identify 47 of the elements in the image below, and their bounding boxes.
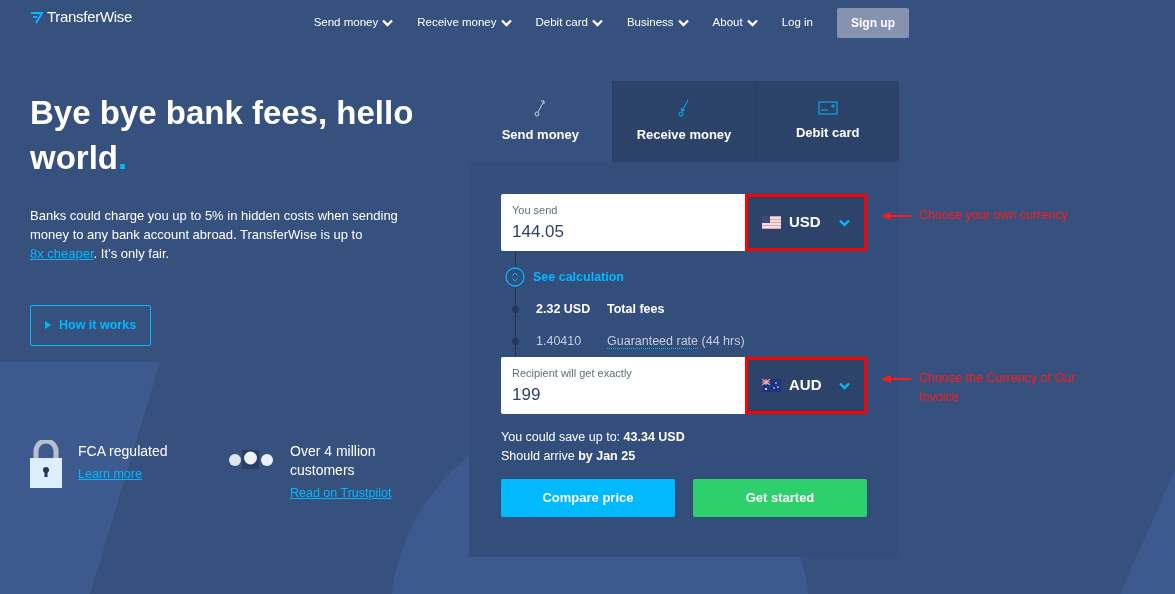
chevron-down-icon (839, 218, 850, 227)
amount-input[interactable]: 199 (512, 381, 734, 407)
us-flag-icon (762, 216, 781, 229)
arrow-icon (881, 212, 911, 220)
nav-link[interactable]: Business (626, 13, 689, 32)
currency-select[interactable]: AUD (745, 357, 867, 414)
savings-text: You could save up to: 43.34 USD (501, 429, 686, 446)
amount-input[interactable]: 144.05 (512, 218, 734, 244)
currency-select[interactable]: USD (745, 194, 867, 251)
play-icon (45, 321, 51, 330)
nav-link[interactable]: Receive money (417, 13, 512, 32)
receive-arrow-icon (678, 98, 690, 117)
feature-link[interactable]: Learn more (78, 466, 142, 481)
field-label: You send (512, 203, 559, 218)
how-it-works-button[interactable]: How it works (30, 305, 152, 346)
nav-link[interactable]: Debit card (535, 13, 603, 32)
nav-link[interactable]: Send money (313, 13, 394, 32)
nav-link[interactable]: Log in (781, 13, 813, 32)
nav-link[interactable]: About (712, 13, 758, 32)
logo[interactable]: TransferWise (47, 6, 133, 29)
annotation-text: Choose the Currency of Our Invoice (919, 370, 1077, 406)
hero-description: Banks could charge you up to 5% in hidden costs when sending money to any bank account abroad. TransferWise is up to 8x cheaper. It’s only fair. (30, 207, 399, 263)
field-label: Recipient will get exactly (512, 366, 633, 381)
australia-flag-icon (762, 379, 781, 392)
padlock-icon (30, 439, 62, 488)
calc-amount: 1.40410 (536, 332, 583, 350)
arrival-text: Should arrive by Jan 25 (501, 448, 637, 465)
logo-icon (30, 11, 43, 24)
annotation-text: Choose your own currency (919, 207, 1068, 224)
amount-field[interactable]: You send 144.05 (501, 194, 745, 251)
feature-link[interactable]: Read on Trustpilot (290, 485, 392, 500)
feature-title: Over 4 million customers (290, 441, 377, 480)
amount-field[interactable]: Recipient will get exactly 199 (501, 357, 745, 414)
card-tab[interactable]: Receive money (611, 81, 756, 162)
hero-title: Bye bye bank fees, hello world. (30, 93, 415, 178)
rate-text: Guaranteed rate (44 hrs) (607, 332, 745, 351)
see-calculation-toggle[interactable]: See calculation (505, 267, 624, 287)
chevron-down-icon (839, 381, 850, 390)
feature-title: FCA regulated (78, 441, 169, 461)
send-arrow-icon (534, 98, 547, 117)
arrow-icon (881, 375, 911, 383)
card-icon (817, 100, 838, 115)
expand-icon (505, 267, 525, 287)
card-tab[interactable]: Debit card (755, 81, 899, 162)
cheaper-link[interactable]: 8x cheaper (30, 246, 94, 261)
calc-amount: 2.32 USD (536, 300, 592, 318)
calc-label: Total fees (607, 300, 665, 318)
